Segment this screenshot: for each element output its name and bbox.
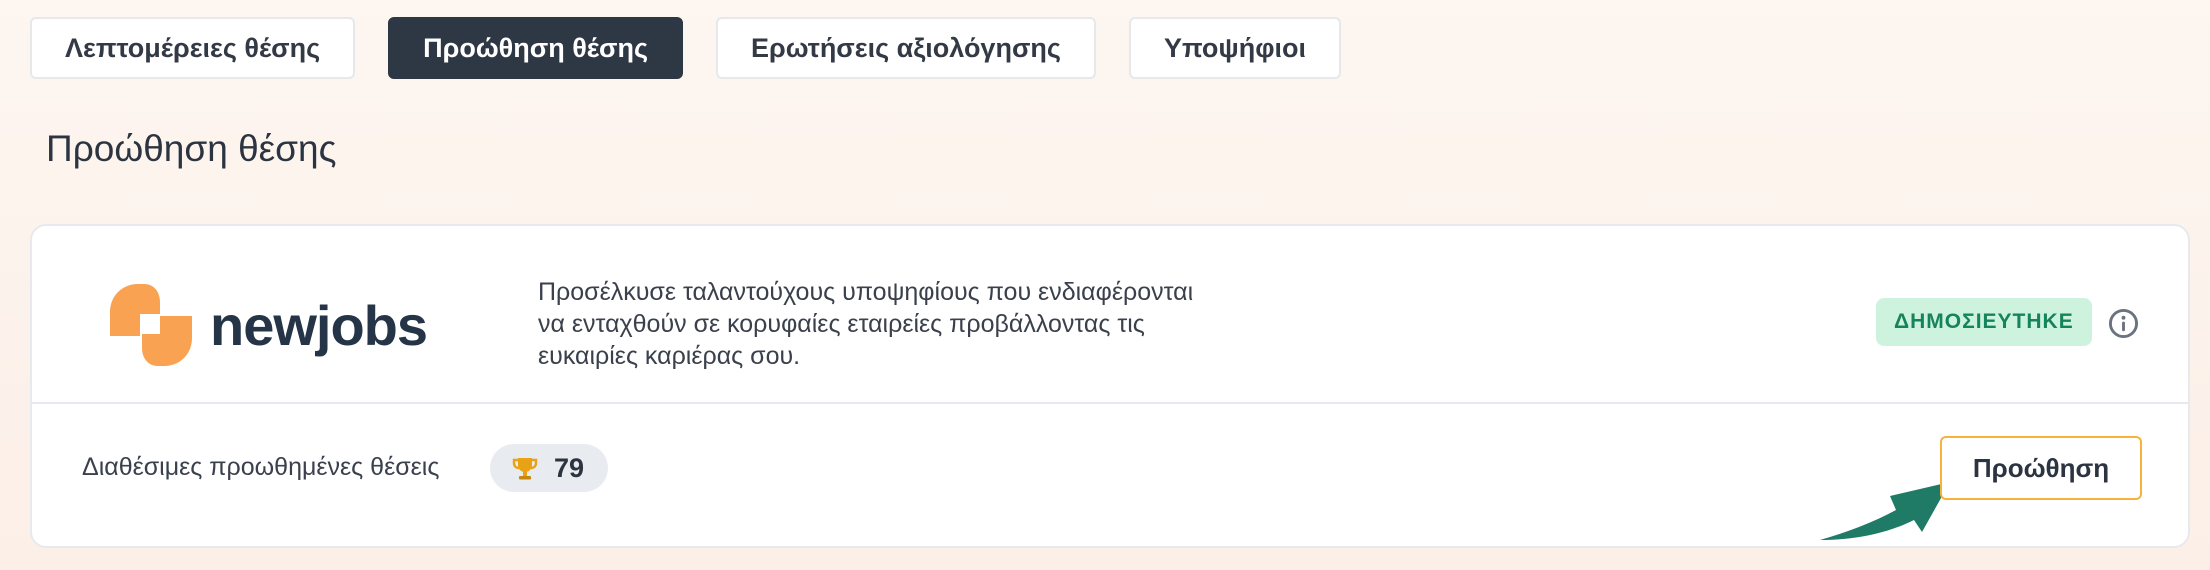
page-title: Προώθηση θέσης — [46, 128, 337, 169]
trophy-icon — [512, 458, 538, 480]
promotion-card: newjobs Προσέλκυσε ταλαντούχους υποψηφίο… — [30, 224, 2190, 548]
card-header-section: newjobs Προσέλκυσε ταλαντούχους υποψηφίο… — [32, 226, 2188, 404]
tab-screening-questions[interactable]: Ερωτήσεις αξιολόγησης — [716, 17, 1096, 79]
logo-wordmark: newjobs — [210, 293, 428, 357]
pointer-arrow-icon — [1820, 482, 1950, 540]
tab-job-details[interactable]: Λεπτομέρειες θέσης — [30, 17, 356, 79]
description-line: Προσέλκυσε ταλαντούχους υποψηφίους που ε… — [538, 278, 1194, 306]
description-line: να ενταχθούν σε κορυφαίες εταιρείες προβ… — [538, 310, 1145, 338]
status-badge: ΔΗΜΟΣΙΕΥΤΗΚΕ — [1876, 298, 2092, 346]
available-promotions-label: Διαθέσιμες προωθημένες θέσεις — [82, 453, 440, 481]
tab-bar: Λεπτομέρειες θέσης Προώθηση θέσης Ερωτήσ… — [30, 17, 1342, 79]
newjobs-logo-icon — [110, 284, 192, 366]
promotion-description: Προσέλκυσε ταλαντούχους υποψηφίους που ε… — [538, 276, 1298, 372]
info-icon[interactable] — [2108, 308, 2139, 339]
available-count-pill: 79 — [490, 444, 609, 492]
promote-button[interactable]: Προώθηση — [1940, 436, 2142, 500]
tab-job-promotion[interactable]: Προώθηση θέσης — [388, 17, 683, 79]
available-count-value: 79 — [554, 452, 585, 483]
description-line: ευκαιρίες καριέρας σου. — [538, 342, 801, 370]
newjobs-logo: newjobs — [110, 284, 428, 366]
tab-candidates[interactable]: Υποψήφιοι — [1128, 17, 1342, 79]
